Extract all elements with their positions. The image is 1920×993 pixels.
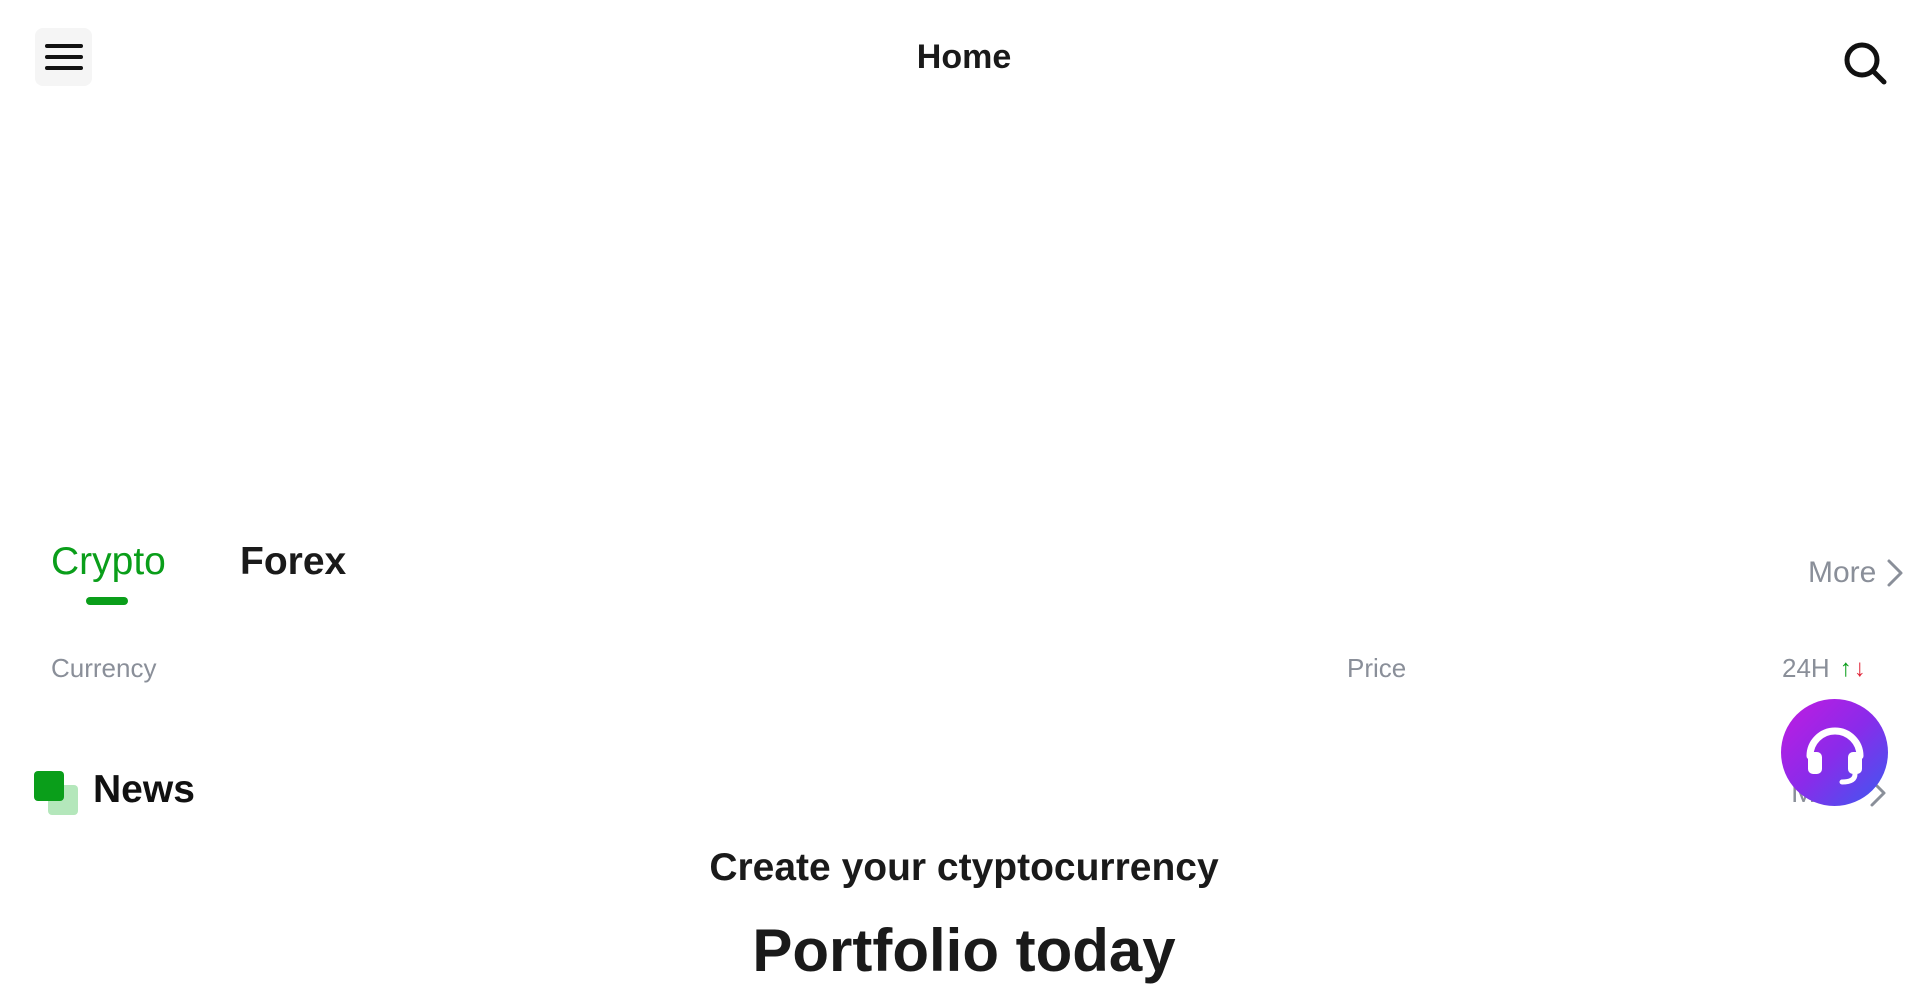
support-chat-button[interactable] [1781,699,1888,806]
search-icon[interactable] [1842,40,1888,86]
page: Home Crypto Forex More Currency Price 24… [0,0,1920,993]
promo-heading: Create your ctyptocurrency [709,846,1219,889]
chevron-right-icon [1887,559,1903,587]
news-icon [34,771,78,815]
column-header-24h-label: 24H [1782,653,1830,683]
column-header-24h[interactable]: 24H ↑ ↓ [1782,653,1866,684]
tab-crypto[interactable]: Crypto [51,540,166,584]
market-more-label: More [1808,556,1877,589]
sort-down-icon: ↓ [1853,654,1866,682]
promo-subheading: Portfolio today [752,917,1176,984]
sort-up-icon: ↑ [1839,654,1852,682]
news-icon-front-square [34,771,64,801]
headset-icon [1806,727,1863,784]
column-header-currency: Currency [51,653,157,683]
news-section-title: News [93,768,195,811]
active-tab-indicator [86,597,128,605]
column-header-price: Price [1347,653,1407,683]
top-bar: Home [0,0,1920,115]
market-more-link[interactable]: More [1808,556,1904,590]
page-title: Home [916,38,1012,76]
tab-forex[interactable]: Forex [240,540,346,584]
